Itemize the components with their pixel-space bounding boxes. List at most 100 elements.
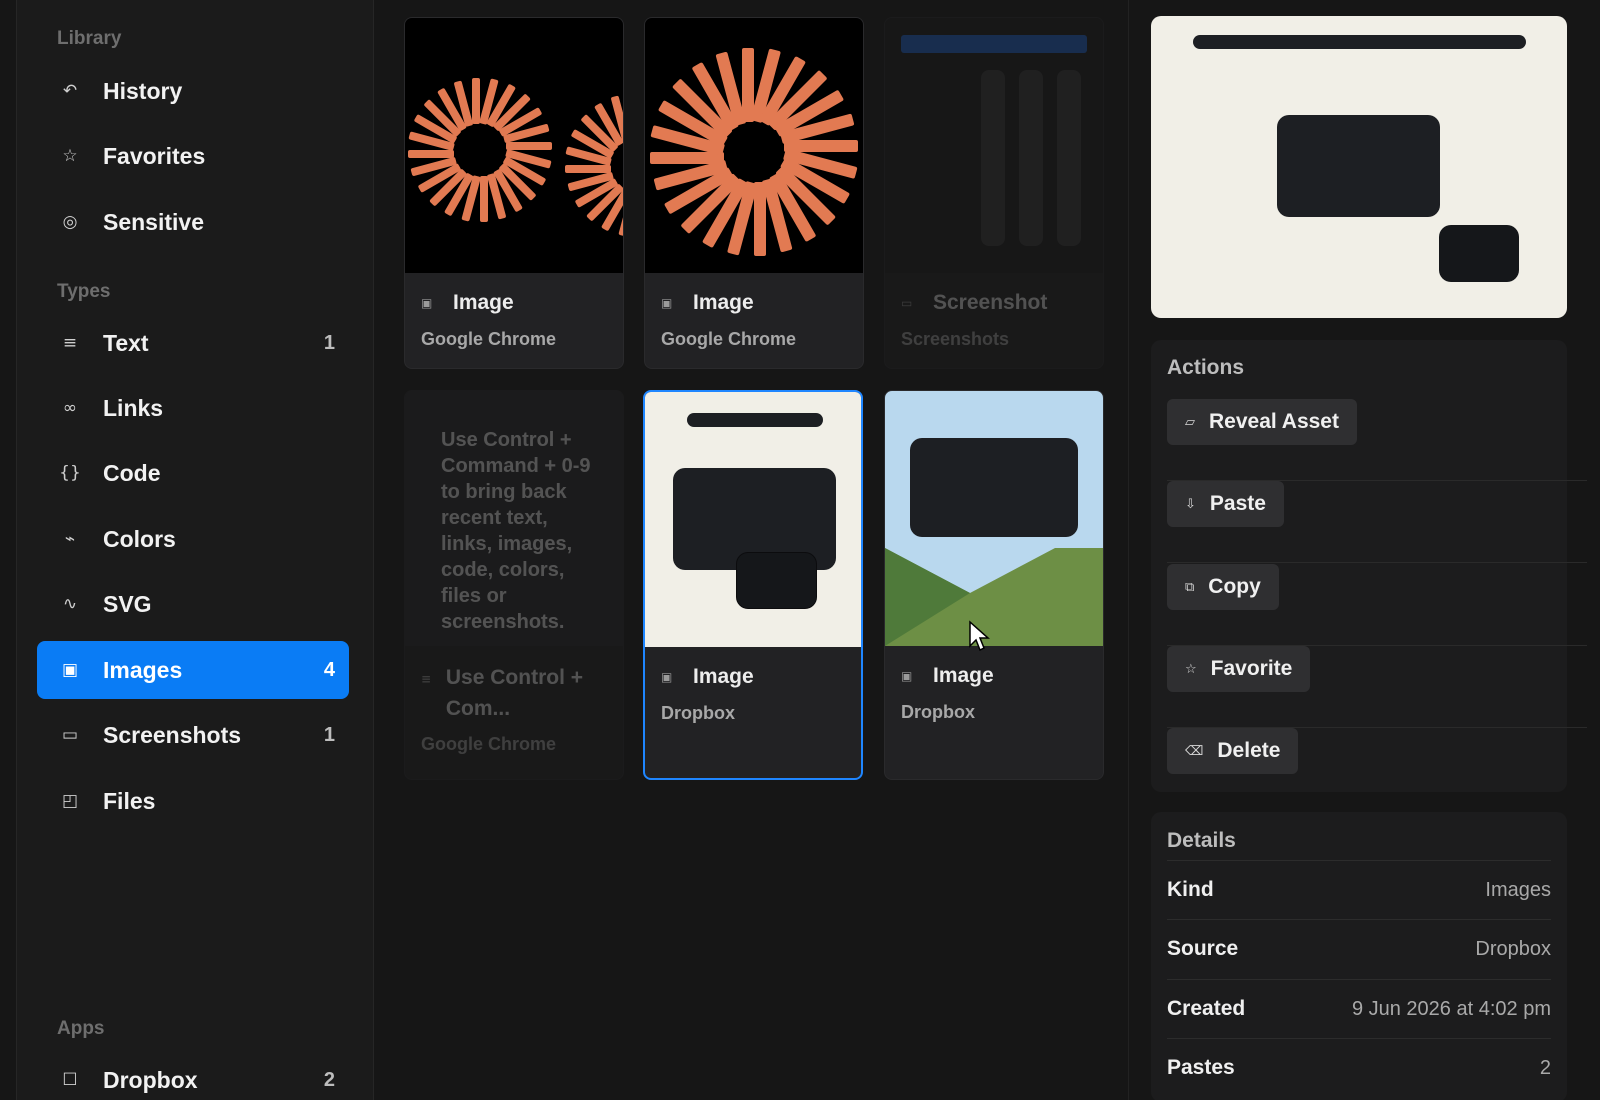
card-meta: ▣ Image Google Chrome (405, 273, 623, 362)
mouse-pointer-icon (969, 620, 990, 652)
delete-button[interactable]: ⌫ Delete (1167, 728, 1299, 774)
actions-title: Actions (1167, 356, 1245, 379)
action-label: Reveal Asset (1209, 410, 1339, 433)
card-meta: ▭ Screenshot Screenshots (885, 273, 1103, 362)
sidebar-item-label: Colors (103, 525, 176, 552)
card-source: Google Chrome (661, 329, 797, 349)
screenshot-column (1019, 70, 1043, 246)
action-row: ▱ Reveal Asset (1167, 399, 1587, 481)
card-meta: ▣ Image Dropbox (885, 646, 1103, 735)
card-source: Google Chrome (421, 734, 557, 754)
clip-card-selected[interactable]: ▣ Image Dropbox (643, 390, 863, 780)
screenshot-header-bar (901, 35, 1087, 53)
text-lines-icon: ≡ (62, 333, 78, 353)
sidebar-item-label: Sensitive (103, 208, 204, 235)
sidebar-item-code[interactable]: {} Code (37, 444, 349, 502)
sidebar-item-dropbox[interactable]: ☐ Dropbox 2 (37, 1051, 349, 1100)
card-meta: ▣ Image Dropbox (645, 647, 861, 736)
card-thumbnail (405, 18, 623, 273)
sidebar-item-count: 2 (323, 1068, 335, 1091)
detail-key: Pastes (1167, 1056, 1235, 1079)
image-icon: ▣ (61, 660, 79, 680)
clip-card[interactable]: ▭ Screenshot Screenshots (884, 17, 1104, 369)
card-source: Dropbox (661, 703, 735, 723)
detail-value: Images (1485, 878, 1551, 901)
paste-button[interactable]: ⇩ Paste (1167, 481, 1284, 527)
clip-card[interactable]: ▣ Image Dropbox (884, 390, 1104, 780)
image-icon: ▣ (661, 296, 673, 310)
sidebar-item-screenshots[interactable]: ▭ Screenshots 1 (37, 706, 349, 764)
sidebar-item-label: Files (103, 787, 156, 814)
thumb-small-box (736, 552, 817, 609)
apps-section-title: Apps (57, 1018, 105, 1039)
card-thumbnail (645, 392, 861, 647)
sidebar-item-sensitive[interactable]: ◎ Sensitive (37, 193, 349, 251)
favorite-button[interactable]: ☆ Favorite (1167, 646, 1311, 692)
star-icon: ☆ (1185, 661, 1197, 677)
card-thumbnail (885, 391, 1103, 646)
screenshot-column (981, 70, 1005, 246)
detail-value: Dropbox (1475, 937, 1551, 960)
detail-key: Kind (1167, 878, 1214, 901)
preview-large-box (1277, 115, 1440, 217)
sidebar-item-history[interactable]: ↶ History (37, 62, 349, 120)
thumb-bar (687, 413, 823, 427)
sidebar-item-count: 1 (323, 331, 335, 354)
clip-card[interactable]: Use Control + Command + 0-9 to bring bac… (404, 390, 624, 780)
reveal-asset-button[interactable]: ▱ Reveal Asset (1167, 399, 1357, 445)
history-icon: ↶ (62, 81, 78, 101)
card-thumbnail: Use Control + Command + 0-9 to bring bac… (405, 391, 623, 646)
sidebar-item-colors[interactable]: ⌁ Colors (37, 510, 349, 568)
sidebar-item-text[interactable]: ≡ Text 1 (37, 314, 349, 372)
clipboard-grid: ▣ Image Google Chrome ▣ Image Google Chrom… (374, 0, 1128, 1100)
eyedropper-icon: ⌁ (64, 529, 76, 549)
details-title: Details (1167, 829, 1236, 852)
detail-key: Source (1167, 937, 1239, 960)
action-row: ☆ Favorite (1167, 646, 1587, 728)
sunburst-ray (472, 78, 480, 124)
text-lines-icon: ≡ (421, 672, 432, 686)
card-source: Dropbox (901, 702, 975, 722)
clip-card[interactable]: ▣ Image Google Chrome (404, 17, 624, 369)
action-label: Favorite (1210, 657, 1293, 680)
sidebar-item-svg[interactable]: ∿ SVG (37, 575, 349, 633)
code-braces-icon: {} (59, 463, 81, 483)
sidebar-item-label: History (103, 77, 183, 104)
sidebar-item-images[interactable]: ▣ Images 4 (37, 641, 349, 699)
action-row: ⧉ Copy (1167, 564, 1587, 646)
file-icon: ◰ (61, 791, 79, 811)
sidebar-item-links[interactable]: ∞ Links (37, 379, 349, 437)
action-label: Delete (1217, 739, 1281, 762)
screenshot-icon: ▭ (901, 296, 913, 310)
clip-card[interactable]: ▣ Image Google Chrome (644, 17, 864, 369)
reveal-icon: ▱ (1185, 414, 1195, 430)
copy-button[interactable]: ⧉ Copy (1167, 564, 1279, 610)
inspector-panel: Actions ▱ Reveal Asset ⇩ Paste ⧉ Copy ☆ … (1128, 0, 1600, 1100)
card-kind: Image (453, 291, 514, 314)
card-source: Google Chrome (421, 329, 557, 349)
sidebar-item-favorites[interactable]: ☆ Favorites (37, 127, 349, 185)
card-thumbnail (885, 18, 1103, 273)
card-source: Screenshots (901, 329, 1010, 349)
action-label: Copy (1208, 575, 1261, 598)
detail-value: 9 Jun 2026 at 4:02 pm (1351, 997, 1551, 1020)
card-kind: Use Control + Com... (445, 666, 583, 720)
actions-section: Actions ▱ Reveal Asset ⇩ Paste ⧉ Copy ☆ … (1151, 340, 1587, 792)
image-icon: ▣ (421, 296, 433, 310)
types-section-title: Types (57, 281, 111, 302)
action-row: ⇩ Paste (1167, 481, 1587, 563)
sunburst-ray (408, 150, 454, 158)
details-section: Details Kind Images Source Dropbox Creat… (1151, 812, 1567, 1100)
image-icon: ▣ (901, 669, 913, 683)
copy-icon: ⧉ (1185, 579, 1195, 595)
sidebar-item-count: 1 (323, 723, 335, 746)
sidebar-item-label: Screenshots (103, 721, 242, 748)
paste-icon: ⇩ (1185, 496, 1196, 512)
action-row: ⌫ Delete (1167, 728, 1587, 810)
sidebar-item-label: Text (103, 329, 149, 356)
card-text-preview: Use Control + Command + 0-9 to bring bac… (441, 429, 591, 633)
screenshot-icon: ▭ (61, 725, 79, 745)
sidebar-item-files[interactable]: ◰ Files (37, 772, 349, 830)
sidebar-item-label: Dropbox (103, 1066, 198, 1093)
sunburst-ray (480, 176, 488, 222)
